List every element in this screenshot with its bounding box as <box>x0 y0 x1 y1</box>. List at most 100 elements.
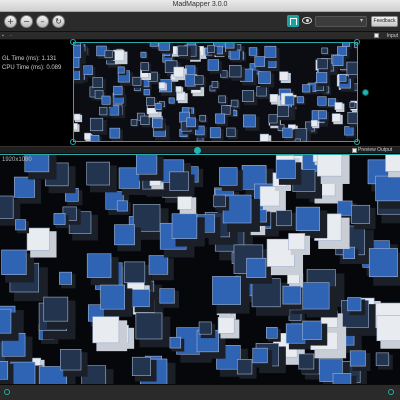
cube-shape <box>74 123 80 132</box>
cube-shape <box>100 284 133 317</box>
minus-icon[interactable]: – <box>36 15 49 28</box>
preview-output-checkbox[interactable] <box>352 148 357 153</box>
cube-shape <box>104 50 115 61</box>
cube-shape <box>198 321 216 339</box>
input-view[interactable]: GL Time (ms): 1.131 CPU Time (ms): 0.089 <box>0 39 400 146</box>
output-view[interactable]: 1920x1080 <box>0 154 400 384</box>
output-corner-handle[interactable] <box>4 389 10 395</box>
cube-shape <box>331 113 343 125</box>
cube-shape <box>258 71 275 88</box>
cube-shape <box>59 271 76 289</box>
madmapper-logo-icon[interactable] <box>287 15 299 27</box>
cube-shape <box>226 127 238 140</box>
cube-shape <box>288 233 311 255</box>
bottom-bar <box>0 384 400 400</box>
cube-shape <box>135 155 164 181</box>
cube-shape <box>154 103 164 112</box>
cube-shape <box>349 101 357 110</box>
cube-shape <box>349 350 371 371</box>
cube-shape <box>344 126 356 138</box>
window-title: MadMapper 3.0.0 <box>172 1 228 8</box>
cube-shape <box>131 289 155 313</box>
cube-shape <box>368 248 400 286</box>
cube-shape <box>148 255 174 281</box>
remove-icon[interactable]: − <box>20 15 33 28</box>
cube-shape <box>211 81 220 90</box>
input-corner-handle[interactable] <box>354 39 360 45</box>
cube-shape <box>282 127 296 141</box>
cube-shape <box>219 167 243 191</box>
cube-shape <box>74 57 83 71</box>
cube-shape <box>86 253 119 286</box>
cube-shape <box>140 115 152 128</box>
cube-shape <box>317 96 329 109</box>
split-handle[interactable] <box>194 147 201 154</box>
cube-shape <box>159 288 180 308</box>
input-pin-icon[interactable]: ▪ <box>2 33 4 39</box>
cube-shape <box>168 97 176 105</box>
panel-divider[interactable]: Preview Output <box>0 146 400 154</box>
cube-shape <box>275 159 302 185</box>
input-texture[interactable] <box>73 42 358 142</box>
cube-shape <box>275 210 297 231</box>
cube-shape <box>86 161 117 193</box>
cube-shape <box>252 347 273 368</box>
cube-shape <box>375 175 400 209</box>
input-checkbox[interactable] <box>374 33 379 38</box>
cube-shape <box>92 77 106 91</box>
cube-shape <box>113 85 125 98</box>
cpu-time-readout: CPU Time (ms): 0.089 <box>2 65 62 71</box>
cube-shape <box>302 282 338 318</box>
refresh-icon[interactable]: ↻ <box>52 15 65 28</box>
output-corner-handle[interactable] <box>388 389 394 395</box>
cube-shape <box>266 327 281 342</box>
cube-shape <box>140 51 148 59</box>
input-header: ▪ - Input <box>0 32 400 40</box>
cube-shape <box>316 71 331 87</box>
cube-shape <box>130 119 139 128</box>
input-corner-handle[interactable] <box>70 39 76 45</box>
cube-shape <box>207 59 223 74</box>
cube-shape <box>316 155 350 184</box>
cube-shape <box>296 96 306 105</box>
cube-shape <box>15 219 30 234</box>
title-bar: MadMapper 3.0.0 <box>0 0 400 12</box>
input-corner-handle[interactable] <box>354 139 360 145</box>
cube-shape <box>277 105 292 121</box>
cube-shape <box>43 296 76 329</box>
output-resolution: 1920x1080 <box>2 157 32 163</box>
cube-shape <box>152 118 166 131</box>
input-corner-handle[interactable] <box>70 139 76 145</box>
cube-shape <box>171 213 205 247</box>
cube-shape <box>209 127 224 141</box>
cube-shape <box>311 119 320 129</box>
chevron-down-icon: ▾ <box>359 18 363 24</box>
input-edge-handle[interactable] <box>362 89 369 96</box>
cube-shape <box>0 361 14 384</box>
input-zoom-icon[interactable]: - <box>10 33 12 39</box>
cube-shape <box>302 320 328 346</box>
cube-shape <box>169 336 185 352</box>
cube-shape <box>256 86 270 100</box>
cube-shape <box>212 276 250 314</box>
cube-shape <box>169 171 195 197</box>
cube-shape <box>207 45 217 55</box>
cube-shape <box>332 55 347 69</box>
gl-time-readout: GL Time (ms): 1.131 <box>2 56 57 62</box>
cube-shape <box>338 74 349 84</box>
add-icon[interactable]: + <box>4 15 17 28</box>
cube-shape <box>375 352 393 370</box>
cube-shape <box>194 75 206 88</box>
cube-shape <box>302 84 313 95</box>
cube-shape <box>177 45 191 59</box>
cube-shape <box>135 312 171 348</box>
eye-icon[interactable] <box>302 17 312 24</box>
cube-shape <box>109 127 123 141</box>
cube-shape <box>318 110 330 122</box>
cube-shape <box>143 89 152 97</box>
cube-shape <box>215 113 228 127</box>
feedback-button[interactable]: Feedback <box>371 16 398 27</box>
cube-shape <box>99 106 110 118</box>
cube-shape <box>158 43 173 54</box>
output-select[interactable]: ▾ <box>315 16 367 27</box>
